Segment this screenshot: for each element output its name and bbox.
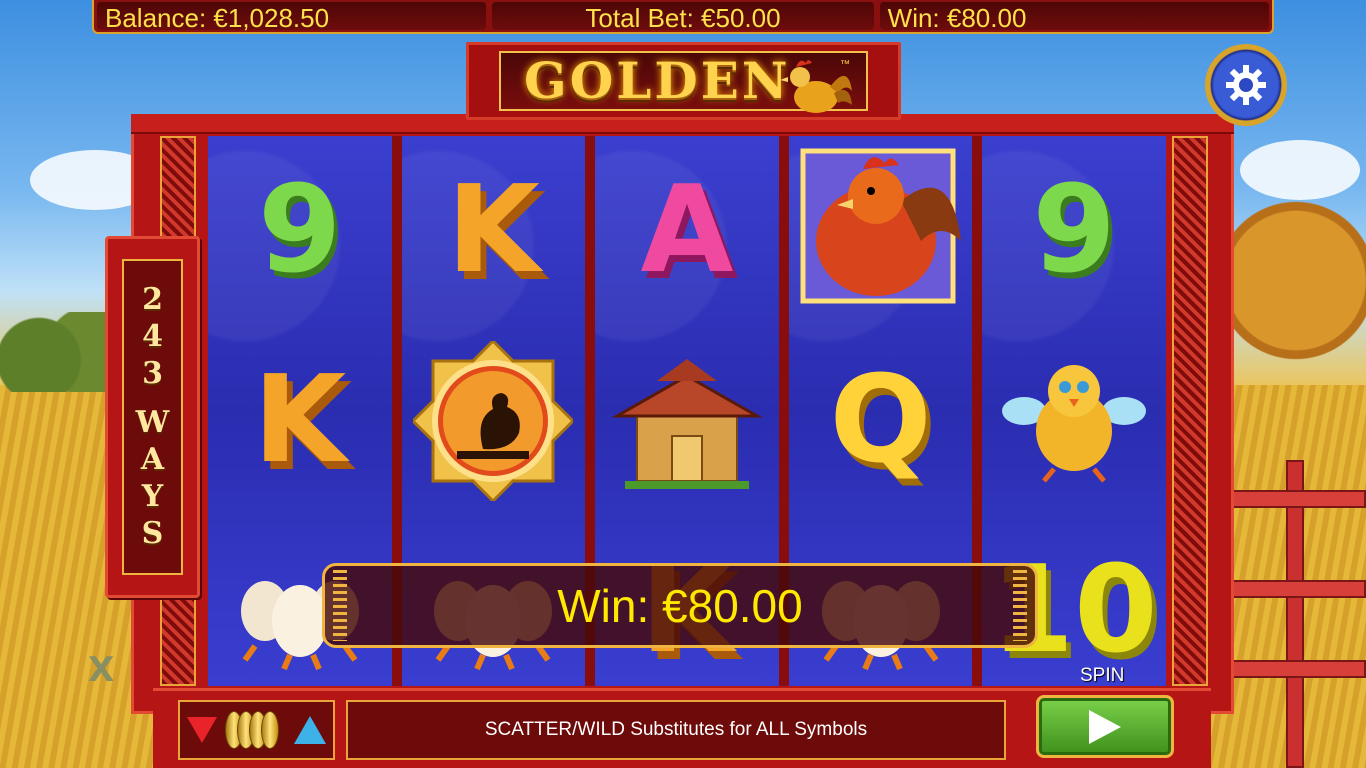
play-arrow-icon [1089,709,1121,744]
symbol-9: 9 [258,161,342,300]
chick-icon [1002,365,1147,483]
win-panel: Win: €80.00 [322,563,1038,648]
ways-banner: 243 WAYS [105,236,200,598]
rooster-medallion-icon [413,341,574,501]
cloud [1240,140,1360,200]
rooster-icon [780,60,852,113]
corner-logo: X [88,650,115,690]
total-bet-display: Total Bet: €50.00 [492,2,874,33]
game-logo: GOLDEN ™ [466,42,901,120]
spin-button[interactable] [1036,695,1174,758]
gear-icon [1226,65,1266,105]
triangle-down-icon[interactable] [187,717,218,743]
ways-label: WAYS [135,404,170,553]
lattice-right [1172,136,1208,686]
symbol-rooster-medallion [402,326,586,516]
symbol-K: K [446,161,540,300]
symbol-K: K [253,351,347,490]
symbol-A: A [640,161,734,300]
tree-right [1226,195,1366,385]
logo-text: GOLDEN [524,51,791,110]
symbol-Q: Q [829,351,932,490]
symbol-9: 9 [1032,161,1116,300]
bet-controls [178,700,335,760]
settings-button[interactable] [1205,44,1287,126]
ways-count: 243 [135,281,170,393]
status-bar: Balance: €1,028.50 Total Bet: €50.00 Win… [92,0,1274,34]
rooster-wild-icon [800,148,961,304]
fence [1226,460,1366,768]
pagoda-icon [611,359,763,489]
symbol-chick [982,326,1166,516]
symbol-pagoda [595,326,779,516]
win-amount: Win: €80.00 [557,579,803,632]
balance-display: Balance: €1,028.50 [97,2,487,33]
message-bar: SCATTER/WILD Substitutes for ALL Symbols [346,700,1006,760]
spin-label: SPIN [1080,665,1125,686]
win-display: Win: €80.00 [879,2,1269,33]
triangle-up-icon[interactable] [293,716,326,744]
symbol-rooster-wild [789,136,973,326]
message-text: SCATTER/WILD Substitutes for ALL Symbols [484,719,868,740]
coin-stack-icon[interactable] [224,711,287,749]
